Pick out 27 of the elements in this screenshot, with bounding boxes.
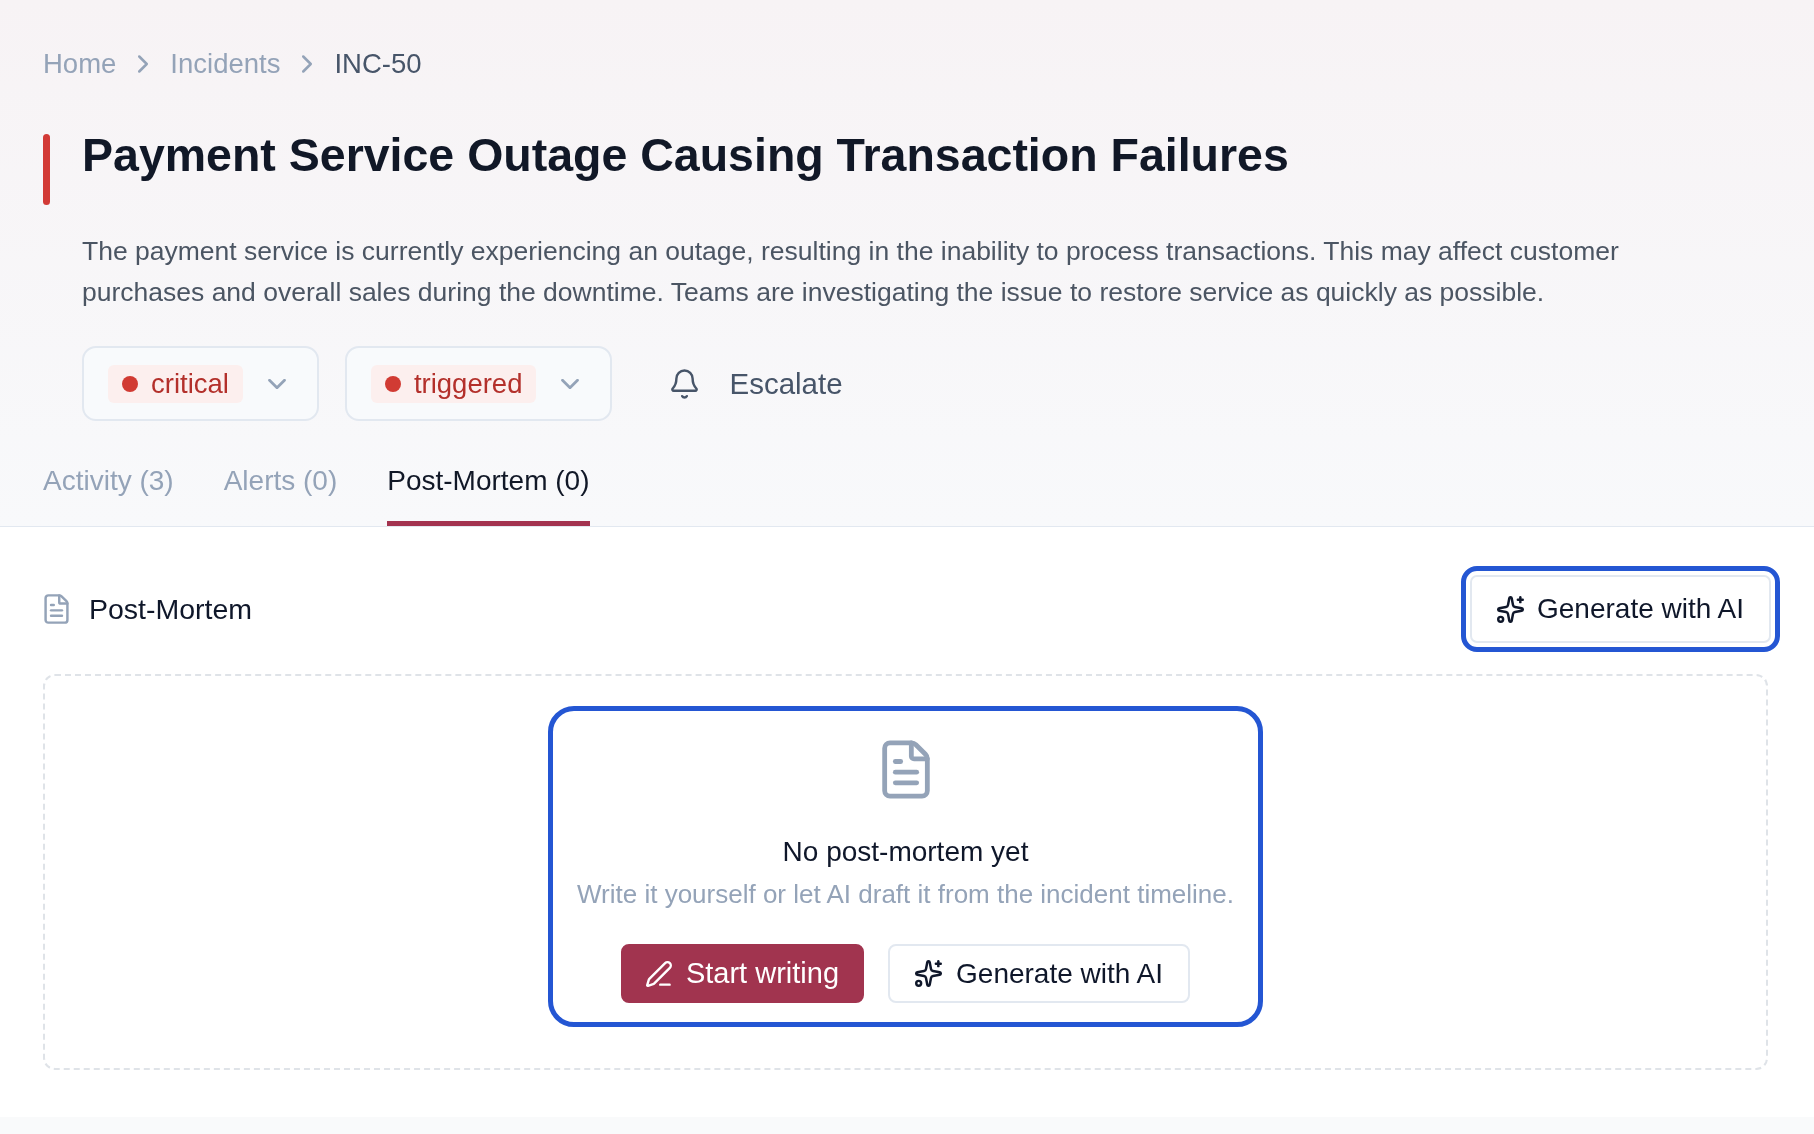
generate-button[interactable]: Generate with AI (1461, 566, 1780, 652)
sparkles-icon (1497, 595, 1524, 623)
pencil-icon (645, 960, 672, 987)
select-value: triggered (413, 366, 523, 401)
generate-button[interactable]: Generate with AI (888, 944, 1191, 1003)
incident-description: The payment service is currently experiencing an outage, resulting in the inability to process transactions. This may affect customer purchases and overall sales during the downtime. Teams are investigating the issue to restore service as quickly as possible. (82, 235, 1620, 309)
select-value: critical (151, 366, 229, 401)
write-button[interactable]: Start writing (620, 944, 865, 1003)
dot-icon (122, 375, 138, 392)
select-dropdown[interactable]: critical (82, 346, 319, 421)
document-icon (881, 740, 930, 799)
breadcrumb-current: INC-50 (334, 47, 422, 81)
chevron-down-icon (267, 378, 286, 389)
chevron-right-icon (138, 55, 149, 73)
document-icon (44, 594, 69, 624)
escalate-button[interactable]: Escalate (651, 346, 863, 421)
accent-bar (43, 134, 50, 205)
select-dropdown[interactable]: triggered (344, 346, 613, 421)
chevron-down-icon (561, 378, 580, 389)
empty-state-text: Write it yourself or let AI draft it from the incident timeline. (577, 878, 1234, 911)
chevron-right-icon (302, 55, 313, 73)
dot-icon (384, 375, 401, 392)
section-title: Post-Mortem (89, 592, 253, 626)
sparkles-icon (915, 960, 943, 987)
empty-state-title: No post-mortem yet (782, 835, 1029, 869)
bell-icon (671, 368, 699, 399)
incident-title: Payment Service Outage Causing Transaction Failures (82, 128, 1289, 182)
